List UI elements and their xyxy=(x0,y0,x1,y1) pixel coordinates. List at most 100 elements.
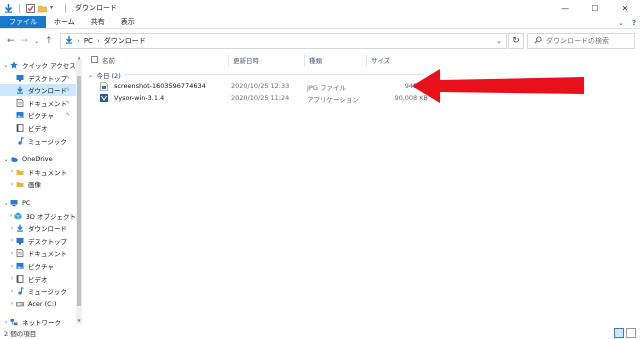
annotation-arrow xyxy=(412,69,584,103)
sidebar-item-label: ダウンロード xyxy=(28,87,67,96)
minimize-button[interactable]: — xyxy=(550,0,580,16)
divider xyxy=(65,3,66,13)
sidebar-item[interactable]: ドキュメント ✎ xyxy=(0,97,76,109)
window-title: ダウンロード xyxy=(75,4,117,12)
help-icon[interactable]: ? xyxy=(632,19,636,27)
expand-chevron-icon[interactable]: › xyxy=(8,263,16,270)
ribbon-right-controls: ⌄ ? xyxy=(618,16,636,29)
file-date: 2020/10/25 11:24 xyxy=(231,94,290,102)
file-name: Vysor-win-3.1.4 xyxy=(114,94,165,102)
address-bar-row: ← → ⌄ ↑ › PC › ダウンロード ⌄ ↻ ダウンロードの検索 xyxy=(0,30,640,52)
desktop-icon xyxy=(16,237,24,245)
breadcrumb-separator: › xyxy=(77,37,80,45)
maximize-button[interactable]: ☐ xyxy=(580,0,610,16)
tab-view[interactable]: 表示 xyxy=(113,16,143,28)
group-header-today[interactable]: ⌄ 今日 (2) xyxy=(88,70,121,80)
sidebar-item-label: ピクチャ xyxy=(28,263,54,271)
properties-icon[interactable] xyxy=(26,3,35,13)
sidebar-item[interactable]: ピクチャ ✎ xyxy=(0,109,76,121)
file-row-screenshot[interactable]: screenshot-1603596774634 2020/10/25 12:3… xyxy=(100,80,430,92)
picture-icon xyxy=(16,111,24,119)
tab-share[interactable]: 共有 xyxy=(83,16,113,28)
sidebar-item[interactable]: ⌄ OneDrive xyxy=(0,153,76,165)
explorer-icon[interactable] xyxy=(4,3,13,13)
sidebar-item-label: ネットワーク xyxy=(22,319,61,327)
network-icon xyxy=(10,318,18,326)
expand-chevron-icon[interactable]: › xyxy=(8,300,16,307)
sidebar-item[interactable]: › ドキュメント xyxy=(0,166,76,178)
collapse-chevron-icon[interactable]: ⌄ xyxy=(2,156,10,163)
column-type[interactable]: 種類 xyxy=(304,54,322,66)
close-button[interactable]: ✕ xyxy=(610,0,640,16)
ribbon-tabs: ファイル ホーム 共有 表示 ⌄ ? xyxy=(0,16,640,29)
sidebar-item[interactable]: ⌄ PC xyxy=(0,197,76,209)
expand-ribbon-icon[interactable]: ⌄ xyxy=(618,19,624,27)
breadcrumb-downloads[interactable]: ダウンロード xyxy=(104,36,146,46)
tab-home[interactable]: ホーム xyxy=(46,16,83,28)
expand-chevron-icon[interactable]: › xyxy=(8,168,16,175)
sidebar-item[interactable]: › 画像 xyxy=(0,178,76,190)
expand-chevron-icon[interactable]: › xyxy=(8,237,16,244)
sidebar-item[interactable]: ミュージック xyxy=(0,135,76,147)
sidebar-item[interactable]: › 3D オブジェクト xyxy=(0,210,76,222)
sidebar-item-label: デスクトップ xyxy=(28,237,67,246)
picture-icon xyxy=(16,262,24,270)
sidebar-item[interactable]: ビデオ xyxy=(0,122,76,134)
navigation-pane: ⌄ クイック アクセス デスクトップ ✎ ダウンロード ✎ ドキュメント ✎ ピクチャ ✎ ビデオミ… xyxy=(0,55,82,327)
sidebar-item-label: ピクチャ xyxy=(28,112,54,121)
column-size[interactable]: サイズ xyxy=(366,54,426,66)
collapse-chevron-icon[interactable]: ⌄ xyxy=(2,200,10,207)
address-dropdown-icon[interactable]: ⌄ xyxy=(496,37,502,45)
view-switcher xyxy=(614,328,636,338)
folder-icon xyxy=(16,180,24,188)
forward-icon[interactable]: → xyxy=(21,36,29,46)
sidebar-item[interactable]: › ミュージック xyxy=(0,285,76,297)
customize-qa-icon[interactable]: ▾ xyxy=(50,4,59,13)
sidebar-item[interactable]: › ダウンロード xyxy=(0,222,76,234)
sidebar-item[interactable]: デスクトップ ✎ xyxy=(0,72,76,84)
sidebar-item[interactable]: › デスクトップ xyxy=(0,235,76,247)
expand-chevron-icon[interactable]: › xyxy=(8,225,16,232)
sidebar-item[interactable]: › ピクチャ xyxy=(0,260,76,272)
sidebar-item[interactable]: › Acer (C:) xyxy=(0,298,76,310)
pc-icon xyxy=(10,199,18,207)
address-field[interactable]: › PC › ダウンロード ⌄ xyxy=(60,33,507,49)
column-date[interactable]: 更新日時 xyxy=(228,54,259,66)
document-icon xyxy=(16,98,24,107)
file-row-vysor[interactable]: Vysor-win-3.1.4 2020/10/25 11:24 アプリケーショ… xyxy=(100,92,430,104)
column-name[interactable]: 名前 xyxy=(98,54,115,66)
sidebar-item[interactable]: ダウンロード ✎ xyxy=(0,84,76,97)
sidebar-item[interactable]: › ドキュメント xyxy=(0,247,76,259)
expand-chevron-icon[interactable]: › xyxy=(8,288,16,295)
sidebar-item[interactable]: › ネットワーク xyxy=(0,316,76,327)
collapse-chevron-icon[interactable]: ⌄ xyxy=(2,62,10,69)
sidebar-item[interactable]: ⌄ クイック アクセス xyxy=(0,59,76,71)
sidebar-item[interactable]: › ビデオ xyxy=(0,273,76,285)
expand-chevron-icon[interactable]: › xyxy=(2,319,10,326)
search-placeholder: ダウンロードの検索 xyxy=(546,37,609,45)
sidebar-scrollbar[interactable] xyxy=(76,60,82,324)
back-icon[interactable]: ← xyxy=(7,36,15,46)
expand-chevron-icon[interactable]: › xyxy=(8,181,16,188)
recent-locations-icon[interactable]: ⌄ xyxy=(34,38,39,45)
search-input[interactable]: ダウンロードの検索 xyxy=(527,33,635,49)
select-all-checkbox[interactable] xyxy=(91,55,98,63)
details-view-icon[interactable] xyxy=(614,328,624,338)
app-icon xyxy=(100,94,108,103)
refresh-button[interactable]: ↻ xyxy=(508,33,524,49)
divider xyxy=(19,3,20,13)
document-icon xyxy=(16,249,24,258)
new-folder-icon[interactable] xyxy=(38,4,47,13)
breadcrumb-pc[interactable]: PC xyxy=(84,37,93,45)
image-file-icon xyxy=(100,82,108,91)
up-icon[interactable]: ↑ xyxy=(45,36,53,46)
expand-chevron-icon[interactable]: › xyxy=(8,250,16,257)
collapse-group-icon[interactable]: ⌄ xyxy=(88,71,93,79)
download-icon xyxy=(16,86,24,94)
scrollbar-thumb[interactable] xyxy=(77,76,81,306)
scroll-down-icon[interactable]: ▼ xyxy=(76,318,82,324)
tab-file[interactable]: ファイル xyxy=(0,16,46,28)
expand-chevron-icon[interactable]: › xyxy=(8,275,16,282)
large-icons-view-icon[interactable] xyxy=(626,328,636,338)
cloud-icon xyxy=(10,155,18,163)
